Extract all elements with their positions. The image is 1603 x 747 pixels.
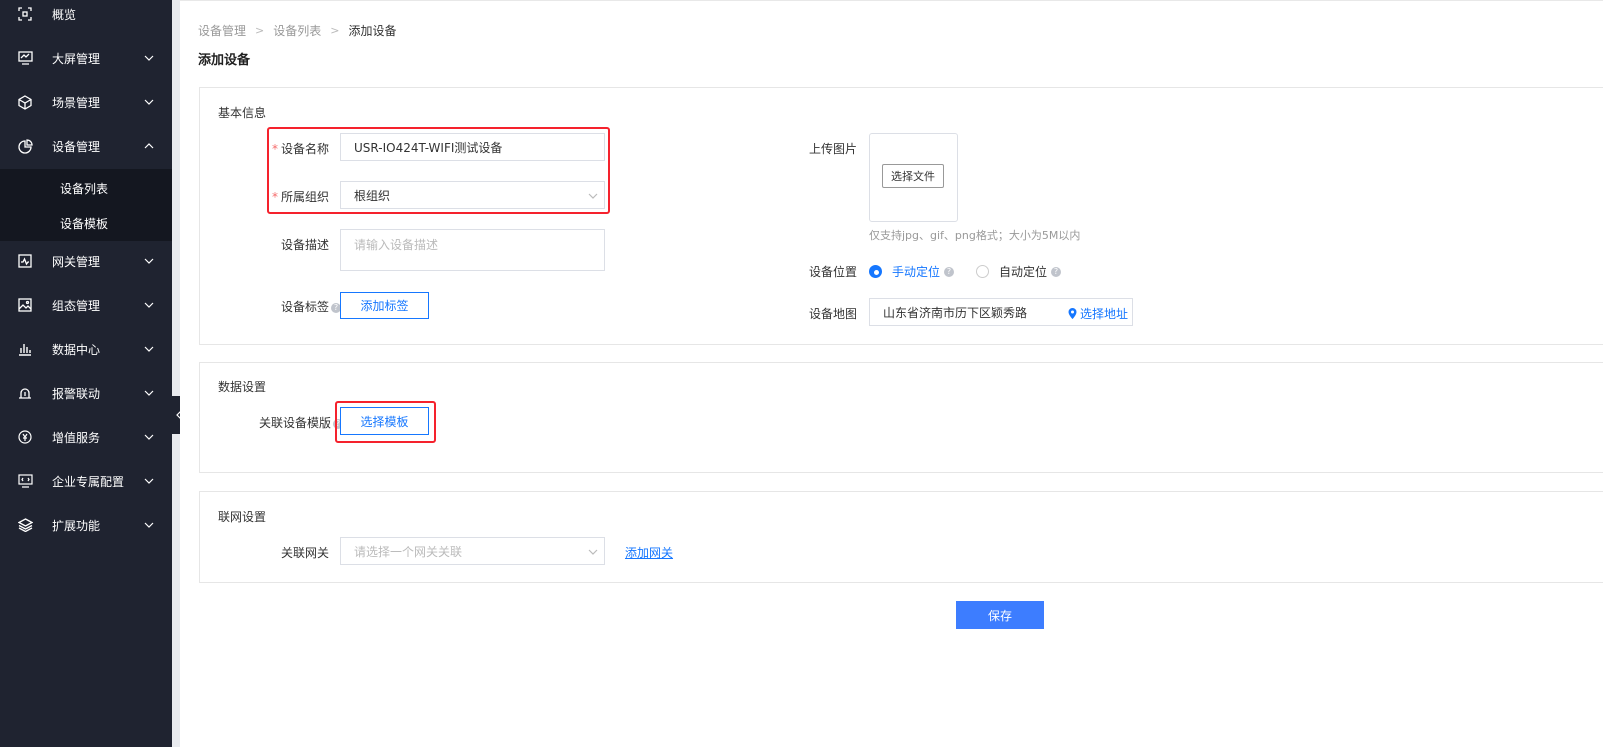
yen-icon xyxy=(17,429,33,445)
sidebar-item-label: 数据中心 xyxy=(52,342,101,357)
data-settings-title: 数据设置 xyxy=(218,380,267,394)
chevron-up-icon xyxy=(144,143,154,149)
alarm-icon xyxy=(17,385,33,401)
basic-info-card: 基本信息 * 设备名称 USR-IO424T-WIFI测试设备 * 所属组织 根组织… xyxy=(199,87,1603,345)
sidebar-item-gateway-management[interactable]: 网关管理 xyxy=(0,239,172,283)
highlight-box-template xyxy=(335,401,436,443)
map-address-input[interactable]: 山东省济南市历下区颖秀路 选择地址 xyxy=(869,298,1133,326)
manual-location-label: 手动定位 xyxy=(892,265,941,279)
sidebar-item-extensions[interactable]: 扩展功能 xyxy=(0,503,172,547)
monitor-icon xyxy=(17,50,33,66)
sidebar-item-label: 概览 xyxy=(52,7,77,22)
gateway-select[interactable]: 请选择一个网关关联 xyxy=(340,537,605,565)
add-tag-button[interactable]: 添加标签 xyxy=(340,292,429,319)
help-icon[interactable]: ? xyxy=(1051,266,1062,277)
bar-chart-icon xyxy=(17,341,33,357)
network-settings-title: 联网设置 xyxy=(218,510,267,524)
device-template-label: 关联设备模版? xyxy=(259,414,344,431)
sidebar-item-label: 场景管理 xyxy=(52,95,101,110)
image-upload-area[interactable]: 选择文件 xyxy=(869,133,958,222)
chevron-down-icon xyxy=(144,302,154,308)
gateway-label: 关联网关 xyxy=(281,546,330,560)
sidebar-item-value-added-services[interactable]: 增值服务 xyxy=(0,415,172,459)
highlight-box-name-org xyxy=(267,127,610,214)
sidebar-item-enterprise-config[interactable]: 企业专属配置 xyxy=(0,459,172,503)
help-icon[interactable]: ? xyxy=(944,266,955,277)
sidebar-item-label: 网关管理 xyxy=(52,254,101,269)
save-button[interactable]: 保存 xyxy=(956,601,1044,629)
choose-file-button[interactable]: 选择文件 xyxy=(882,164,944,188)
sidebar-subitem-device-list[interactable]: 设备列表 xyxy=(60,180,108,197)
select-address-button[interactable]: 选择地址 xyxy=(1068,305,1128,322)
select-address-label: 选择地址 xyxy=(1079,307,1128,321)
radio-checked-icon xyxy=(869,265,882,278)
basic-info-title: 基本信息 xyxy=(218,106,267,120)
sidebar-item-label: 组态管理 xyxy=(52,298,101,313)
breadcrumb-separator-icon: > xyxy=(330,24,340,37)
chevron-down-icon xyxy=(144,346,154,352)
main-content: 设备管理 > 设备列表 > 添加设备 添加设备 基本信息 * 设备名称 USR-I… xyxy=(180,0,1603,747)
chevron-down-icon xyxy=(144,390,154,396)
sidebar-item-label: 大屏管理 xyxy=(52,51,101,66)
chevron-down-icon xyxy=(144,522,154,528)
auto-location-radio[interactable]: 自动定位 ? xyxy=(976,263,1062,280)
sidebar-item-label: 企业专属配置 xyxy=(52,474,125,489)
breadcrumb-add-device: 添加设备 xyxy=(348,24,397,38)
device-description-label: 设备描述 xyxy=(281,238,330,252)
sidebar-item-label: 扩展功能 xyxy=(52,518,101,533)
overview-icon xyxy=(17,6,33,22)
sidebar-item-device-management[interactable]: 设备管理 xyxy=(0,124,172,168)
upload-hint: 仅支持jpg、gif、png格式；大小为5M以内 xyxy=(869,229,1081,242)
sidebar-item-label: 增值服务 xyxy=(52,430,101,445)
device-management-submenu: 设备列表 设备模板 xyxy=(0,169,172,241)
page-title: 添加设备 xyxy=(198,53,251,68)
sidebar: 概览 大屏管理 场景管理 设备管理 设备列表 设备模板 网关管理 组态管理 数据… xyxy=(0,0,172,747)
add-gateway-link[interactable]: 添加网关 xyxy=(625,544,673,561)
cube-icon xyxy=(17,94,33,110)
auto-location-label: 自动定位 xyxy=(999,265,1048,279)
sidebar-item-label: 设备管理 xyxy=(52,139,101,154)
map-address-value: 山东省济南市历下区颖秀路 xyxy=(883,305,1028,320)
device-tag-label: 设备标签? xyxy=(281,298,342,315)
chevron-down-icon xyxy=(144,478,154,484)
chevron-down-icon xyxy=(144,55,154,61)
device-location-label: 设备位置 xyxy=(809,265,858,279)
chevron-down-icon xyxy=(144,99,154,105)
location-pin-icon xyxy=(1068,308,1077,319)
radio-unchecked-icon xyxy=(976,265,989,278)
chevron-down-icon xyxy=(588,549,598,555)
data-settings-card: 数据设置 关联设备模版? 选择模板 xyxy=(199,362,1603,473)
sidebar-item-screen-management[interactable]: 大屏管理 xyxy=(0,36,172,80)
sidebar-item-data-center[interactable]: 数据中心 xyxy=(0,327,172,371)
sidebar-item-overview[interactable]: 概览 xyxy=(0,0,172,36)
device-description-textarea[interactable]: 请输入设备描述 xyxy=(340,229,605,271)
pie-chart-icon xyxy=(17,138,33,154)
layers-icon xyxy=(17,517,33,533)
breadcrumb-device-list[interactable]: 设备列表 xyxy=(273,22,321,39)
upload-image-label: 上传图片 xyxy=(809,142,858,156)
image-icon xyxy=(17,297,33,313)
sidebar-item-scene-management[interactable]: 场景管理 xyxy=(0,80,172,124)
network-settings-card: 联网设置 关联网关 请选择一个网关关联 添加网关 xyxy=(199,491,1603,583)
device-map-label: 设备地图 xyxy=(809,307,858,321)
layout-gutter xyxy=(172,0,180,747)
sidebar-item-alarm-linkage[interactable]: 报警联动 xyxy=(0,371,172,415)
sidebar-item-label: 报警联动 xyxy=(52,386,101,401)
gateway-select-placeholder: 请选择一个网关关联 xyxy=(354,544,463,559)
sidebar-item-configuration-management[interactable]: 组态管理 xyxy=(0,283,172,327)
chevron-down-icon xyxy=(144,434,154,440)
manual-location-radio[interactable]: 手动定位 ? xyxy=(869,263,955,280)
code-monitor-icon xyxy=(17,473,33,489)
chevron-down-icon xyxy=(144,258,154,264)
sidebar-subitem-device-template[interactable]: 设备模板 xyxy=(60,215,108,232)
breadcrumb-device-management[interactable]: 设备管理 xyxy=(198,22,246,39)
breadcrumb: 设备管理 > 设备列表 > 添加设备 xyxy=(198,22,396,39)
breadcrumb-separator-icon: > xyxy=(255,24,265,37)
gateway-icon xyxy=(17,253,33,269)
